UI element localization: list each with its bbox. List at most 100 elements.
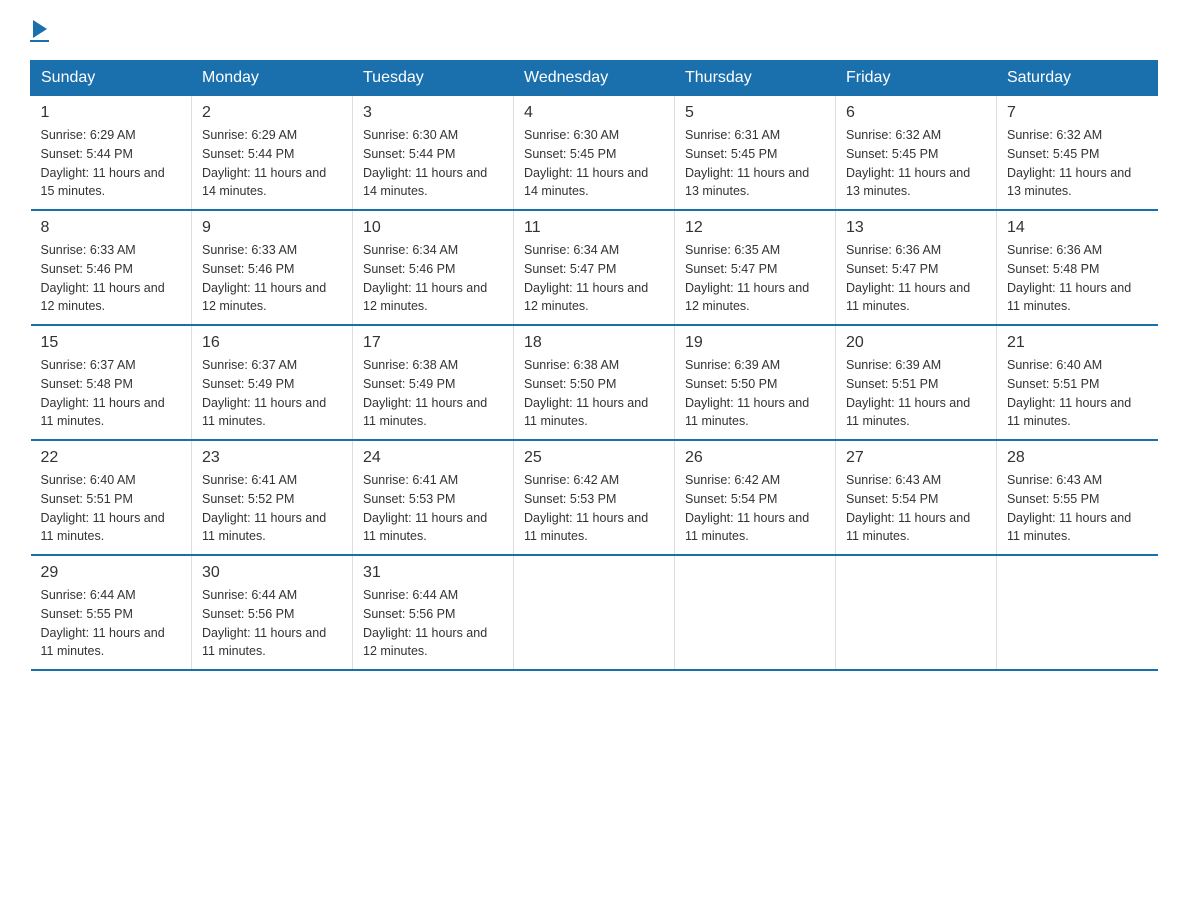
calendar-day-cell: 5 Sunrise: 6:31 AM Sunset: 5:45 PM Dayli… <box>675 96 836 211</box>
calendar-day-cell: 3 Sunrise: 6:30 AM Sunset: 5:44 PM Dayli… <box>353 96 514 211</box>
day-of-week-header: Monday <box>192 61 353 96</box>
day-info: Sunrise: 6:34 AM Sunset: 5:47 PM Dayligh… <box>524 241 664 316</box>
day-of-week-header: Sunday <box>31 61 192 96</box>
calendar-day-cell: 9 Sunrise: 6:33 AM Sunset: 5:46 PM Dayli… <box>192 210 353 325</box>
calendar-day-cell: 24 Sunrise: 6:41 AM Sunset: 5:53 PM Dayl… <box>353 440 514 555</box>
calendar-day-cell: 12 Sunrise: 6:35 AM Sunset: 5:47 PM Dayl… <box>675 210 836 325</box>
calendar-table: SundayMondayTuesdayWednesdayThursdayFrid… <box>30 60 1158 671</box>
day-number: 4 <box>524 104 664 122</box>
day-of-week-header: Thursday <box>675 61 836 96</box>
day-number: 8 <box>41 219 182 237</box>
calendar-day-cell: 21 Sunrise: 6:40 AM Sunset: 5:51 PM Dayl… <box>997 325 1158 440</box>
calendar-day-cell: 6 Sunrise: 6:32 AM Sunset: 5:45 PM Dayli… <box>836 96 997 211</box>
day-info: Sunrise: 6:44 AM Sunset: 5:56 PM Dayligh… <box>363 586 503 661</box>
calendar-week-row: 22 Sunrise: 6:40 AM Sunset: 5:51 PM Dayl… <box>31 440 1158 555</box>
day-info: Sunrise: 6:30 AM Sunset: 5:45 PM Dayligh… <box>524 126 664 201</box>
day-info: Sunrise: 6:32 AM Sunset: 5:45 PM Dayligh… <box>1007 126 1148 201</box>
calendar-day-cell: 19 Sunrise: 6:39 AM Sunset: 5:50 PM Dayl… <box>675 325 836 440</box>
day-info: Sunrise: 6:36 AM Sunset: 5:47 PM Dayligh… <box>846 241 986 316</box>
day-number: 20 <box>846 334 986 352</box>
day-info: Sunrise: 6:42 AM Sunset: 5:54 PM Dayligh… <box>685 471 825 546</box>
day-info: Sunrise: 6:30 AM Sunset: 5:44 PM Dayligh… <box>363 126 503 201</box>
day-number: 18 <box>524 334 664 352</box>
calendar-day-cell: 31 Sunrise: 6:44 AM Sunset: 5:56 PM Dayl… <box>353 555 514 670</box>
day-info: Sunrise: 6:43 AM Sunset: 5:55 PM Dayligh… <box>1007 471 1148 546</box>
calendar-day-cell <box>675 555 836 670</box>
day-number: 28 <box>1007 449 1148 467</box>
day-info: Sunrise: 6:33 AM Sunset: 5:46 PM Dayligh… <box>41 241 182 316</box>
calendar-day-cell: 7 Sunrise: 6:32 AM Sunset: 5:45 PM Dayli… <box>997 96 1158 211</box>
day-number: 29 <box>41 564 182 582</box>
day-number: 22 <box>41 449 182 467</box>
day-number: 7 <box>1007 104 1148 122</box>
day-number: 25 <box>524 449 664 467</box>
calendar-day-cell: 30 Sunrise: 6:44 AM Sunset: 5:56 PM Dayl… <box>192 555 353 670</box>
day-number: 11 <box>524 219 664 237</box>
day-number: 16 <box>202 334 342 352</box>
day-info: Sunrise: 6:33 AM Sunset: 5:46 PM Dayligh… <box>202 241 342 316</box>
calendar-body: 1 Sunrise: 6:29 AM Sunset: 5:44 PM Dayli… <box>31 96 1158 671</box>
calendar-day-cell <box>514 555 675 670</box>
day-number: 14 <box>1007 219 1148 237</box>
day-info: Sunrise: 6:41 AM Sunset: 5:52 PM Dayligh… <box>202 471 342 546</box>
day-info: Sunrise: 6:35 AM Sunset: 5:47 PM Dayligh… <box>685 241 825 316</box>
day-info: Sunrise: 6:40 AM Sunset: 5:51 PM Dayligh… <box>41 471 182 546</box>
calendar-week-row: 29 Sunrise: 6:44 AM Sunset: 5:55 PM Dayl… <box>31 555 1158 670</box>
calendar-day-cell: 18 Sunrise: 6:38 AM Sunset: 5:50 PM Dayl… <box>514 325 675 440</box>
day-info: Sunrise: 6:29 AM Sunset: 5:44 PM Dayligh… <box>202 126 342 201</box>
day-info: Sunrise: 6:39 AM Sunset: 5:50 PM Dayligh… <box>685 356 825 431</box>
logo-arrow-icon <box>33 20 47 38</box>
day-number: 21 <box>1007 334 1148 352</box>
day-number: 26 <box>685 449 825 467</box>
day-number: 27 <box>846 449 986 467</box>
calendar-day-cell: 26 Sunrise: 6:42 AM Sunset: 5:54 PM Dayl… <box>675 440 836 555</box>
calendar-day-cell: 13 Sunrise: 6:36 AM Sunset: 5:47 PM Dayl… <box>836 210 997 325</box>
calendar-week-row: 8 Sunrise: 6:33 AM Sunset: 5:46 PM Dayli… <box>31 210 1158 325</box>
day-info: Sunrise: 6:37 AM Sunset: 5:49 PM Dayligh… <box>202 356 342 431</box>
day-info: Sunrise: 6:44 AM Sunset: 5:55 PM Dayligh… <box>41 586 182 661</box>
calendar-day-cell: 2 Sunrise: 6:29 AM Sunset: 5:44 PM Dayli… <box>192 96 353 211</box>
day-info: Sunrise: 6:38 AM Sunset: 5:50 PM Dayligh… <box>524 356 664 431</box>
day-of-week-header: Tuesday <box>353 61 514 96</box>
day-info: Sunrise: 6:32 AM Sunset: 5:45 PM Dayligh… <box>846 126 986 201</box>
calendar-day-cell: 17 Sunrise: 6:38 AM Sunset: 5:49 PM Dayl… <box>353 325 514 440</box>
calendar-day-cell: 16 Sunrise: 6:37 AM Sunset: 5:49 PM Dayl… <box>192 325 353 440</box>
day-info: Sunrise: 6:38 AM Sunset: 5:49 PM Dayligh… <box>363 356 503 431</box>
calendar-day-cell: 1 Sunrise: 6:29 AM Sunset: 5:44 PM Dayli… <box>31 96 192 211</box>
calendar-day-cell: 28 Sunrise: 6:43 AM Sunset: 5:55 PM Dayl… <box>997 440 1158 555</box>
calendar-day-cell: 15 Sunrise: 6:37 AM Sunset: 5:48 PM Dayl… <box>31 325 192 440</box>
day-info: Sunrise: 6:39 AM Sunset: 5:51 PM Dayligh… <box>846 356 986 431</box>
day-info: Sunrise: 6:40 AM Sunset: 5:51 PM Dayligh… <box>1007 356 1148 431</box>
day-info: Sunrise: 6:36 AM Sunset: 5:48 PM Dayligh… <box>1007 241 1148 316</box>
day-info: Sunrise: 6:42 AM Sunset: 5:53 PM Dayligh… <box>524 471 664 546</box>
day-info: Sunrise: 6:37 AM Sunset: 5:48 PM Dayligh… <box>41 356 182 431</box>
day-number: 23 <box>202 449 342 467</box>
day-info: Sunrise: 6:43 AM Sunset: 5:54 PM Dayligh… <box>846 471 986 546</box>
day-info: Sunrise: 6:31 AM Sunset: 5:45 PM Dayligh… <box>685 126 825 201</box>
day-number: 1 <box>41 104 182 122</box>
calendar-day-cell: 10 Sunrise: 6:34 AM Sunset: 5:46 PM Dayl… <box>353 210 514 325</box>
day-number: 2 <box>202 104 342 122</box>
day-number: 13 <box>846 219 986 237</box>
day-number: 5 <box>685 104 825 122</box>
calendar-day-cell: 14 Sunrise: 6:36 AM Sunset: 5:48 PM Dayl… <box>997 210 1158 325</box>
calendar-week-row: 15 Sunrise: 6:37 AM Sunset: 5:48 PM Dayl… <box>31 325 1158 440</box>
day-of-week-header: Friday <box>836 61 997 96</box>
calendar-day-cell <box>997 555 1158 670</box>
calendar-week-row: 1 Sunrise: 6:29 AM Sunset: 5:44 PM Dayli… <box>31 96 1158 211</box>
day-number: 15 <box>41 334 182 352</box>
day-info: Sunrise: 6:44 AM Sunset: 5:56 PM Dayligh… <box>202 586 342 661</box>
calendar-day-cell <box>836 555 997 670</box>
days-of-week-row: SundayMondayTuesdayWednesdayThursdayFrid… <box>31 61 1158 96</box>
day-number: 12 <box>685 219 825 237</box>
day-info: Sunrise: 6:34 AM Sunset: 5:46 PM Dayligh… <box>363 241 503 316</box>
day-info: Sunrise: 6:29 AM Sunset: 5:44 PM Dayligh… <box>41 126 182 201</box>
day-of-week-header: Saturday <box>997 61 1158 96</box>
day-number: 24 <box>363 449 503 467</box>
day-number: 6 <box>846 104 986 122</box>
calendar-day-cell: 11 Sunrise: 6:34 AM Sunset: 5:47 PM Dayl… <box>514 210 675 325</box>
calendar-day-cell: 29 Sunrise: 6:44 AM Sunset: 5:55 PM Dayl… <box>31 555 192 670</box>
calendar-header: SundayMondayTuesdayWednesdayThursdayFrid… <box>31 61 1158 96</box>
calendar-day-cell: 8 Sunrise: 6:33 AM Sunset: 5:46 PM Dayli… <box>31 210 192 325</box>
day-number: 30 <box>202 564 342 582</box>
